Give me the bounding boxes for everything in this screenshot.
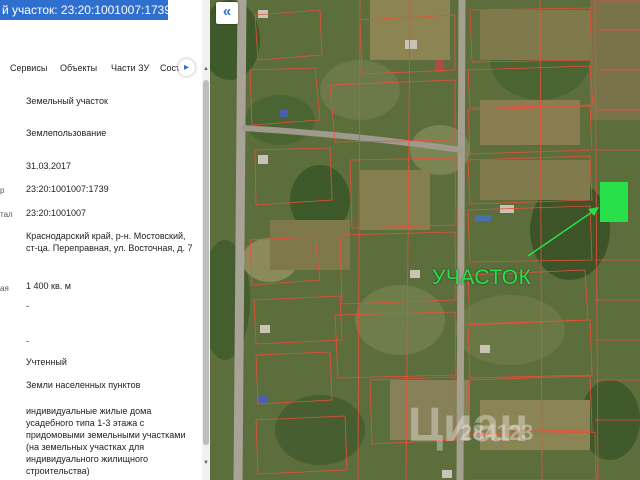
satellite-map[interactable]: « УЧАСТОК Циан 284123: [210, 0, 640, 480]
info-panel: й участок: 23:20:1001007:1739 Сервисы Об…: [0, 0, 210, 480]
scroll-thumb[interactable]: [203, 80, 209, 445]
label-area: ая: [0, 284, 9, 293]
value-object-type: Земельный участок: [26, 96, 108, 106]
value-status: Учтенный: [26, 357, 67, 367]
value-date: 31.03.2017: [26, 161, 72, 171]
value-cadastral-number: 23:20:1001007:1739: [26, 184, 109, 194]
label-cadastral-number: р: [0, 186, 5, 195]
watermark-id: 284123: [460, 420, 534, 445]
value-land-category: Земли населенных пунктов: [26, 380, 141, 390]
parcel-label: УЧАСТОК: [432, 266, 532, 289]
value-cadastral-quarter: 23:20:1001007: [26, 208, 87, 218]
highlighted-parcel[interactable]: [600, 182, 628, 222]
scroll-up-icon[interactable]: ▲: [202, 66, 210, 74]
value-dash-1: -: [26, 301, 29, 311]
value-object-kind: Землепользование: [26, 128, 107, 138]
scroll-down-icon[interactable]: ▼: [202, 460, 210, 468]
label-cadastral-quarter: тал: [0, 210, 13, 219]
panel-scrollbar[interactable]: ▲ ▼: [202, 0, 210, 480]
double-chevron-left-icon[interactable]: «: [216, 2, 238, 24]
value-area: 1 400 кв. м: [26, 281, 71, 291]
value-address: Краснодарский край, р-н. Мостовский, ст-…: [26, 231, 193, 253]
value-permitted-use: индивидуальные жилые дома усадебного тип…: [26, 406, 186, 476]
attribute-list: Земельный участок Землепользование 31.03…: [0, 0, 202, 480]
value-dash-2: -: [26, 336, 29, 346]
